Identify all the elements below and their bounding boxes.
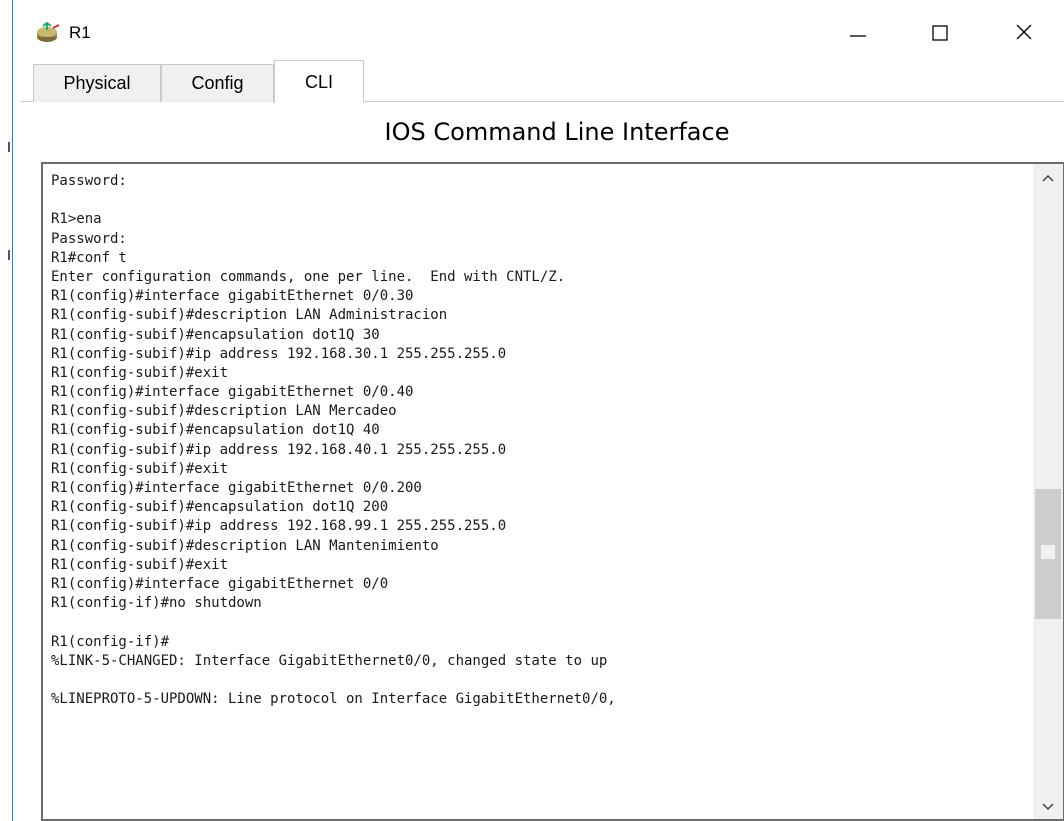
vertical-scrollbar[interactable] xyxy=(1033,164,1063,819)
close-icon xyxy=(1016,24,1032,40)
terminal-line: R1(config)#interface gigabitEthernet 0/0… xyxy=(51,288,414,305)
background-window-edge xyxy=(0,130,12,330)
terminal-line: R1(config-if)#no shutdown xyxy=(51,595,262,612)
minimize-button[interactable] xyxy=(835,12,881,52)
title-bar[interactable]: R1 xyxy=(13,0,1064,60)
terminal-output[interactable]: Password: R1>ena Password: R1#conf t Enter c… xyxy=(51,172,1011,709)
router-icon xyxy=(35,21,61,44)
terminal-line: R1(config)#interface gigabitEthernet 0/0 xyxy=(51,575,389,592)
terminal-line: %LINK-5-CHANGED: Interface GigabitEthern… xyxy=(51,652,608,669)
chevron-up-icon xyxy=(1042,174,1054,182)
maximize-icon xyxy=(932,25,948,41)
terminal-line: R1(config-subif)#ip address 192.168.99.1… xyxy=(51,518,507,535)
terminal-line: R1(config-subif)#exit xyxy=(51,460,229,477)
terminal-line: %LINEPROTO-5-UPDOWN: Line protocol on In… xyxy=(51,691,616,708)
terminal-line: R1(config-subif)#description LAN Manteni… xyxy=(51,537,439,554)
scroll-thumb-grip xyxy=(1041,544,1055,559)
terminal-line: R1(config-subif)#encapsulation dot1Q 40 xyxy=(51,422,380,439)
terminal-line: Password: xyxy=(51,230,127,247)
chevron-down-icon xyxy=(1042,803,1054,811)
terminal-line: R1(config-subif)#description LAN Adminis… xyxy=(51,307,448,324)
scroll-down-button[interactable] xyxy=(1033,793,1063,819)
terminal-line: R1(config-subif)#exit xyxy=(51,556,229,573)
terminal-line: R1(config-if)# xyxy=(51,633,170,650)
minimize-icon xyxy=(850,35,866,37)
cli-terminal[interactable]: Password: R1>ena Password: R1#conf t Enter c… xyxy=(41,162,1064,821)
scroll-thumb[interactable] xyxy=(1035,488,1061,619)
terminal-line: R1(config-subif)#encapsulation dot1Q 200 xyxy=(51,499,389,516)
terminal-line: R1(config-subif)#ip address 192.168.30.1… xyxy=(51,345,507,362)
tab-config[interactable]: Config xyxy=(161,64,274,102)
scroll-up-button[interactable] xyxy=(1033,164,1063,192)
maximize-button[interactable] xyxy=(917,12,963,52)
window-title: R1 xyxy=(69,23,91,42)
terminal-line: R1(config-subif)#exit xyxy=(51,364,229,381)
close-button[interactable] xyxy=(1001,12,1047,52)
tab-bar: Physical Config CLI xyxy=(21,60,1064,103)
router-window: R1 Physical Config CLI IOS Command Line … xyxy=(12,0,1064,821)
terminal-line: R1(config-subif)#description LAN Mercade… xyxy=(51,403,397,420)
panel-title: IOS Command Line Interface xyxy=(384,118,730,146)
tab-cli[interactable]: CLI xyxy=(274,60,364,103)
terminal-line: R1(config)#interface gigabitEthernet 0/0… xyxy=(51,480,422,496)
terminal-line: R1#conf t xyxy=(51,249,127,266)
terminal-line: R1(config-subif)#ip address 192.168.40.1… xyxy=(51,441,507,458)
terminal-line: Password: xyxy=(51,173,127,189)
terminal-line: R1(config-subif)#encapsulation dot1Q 30 xyxy=(51,326,380,343)
tab-physical[interactable]: Physical xyxy=(33,64,161,102)
panel-header: IOS Command Line Interface xyxy=(13,118,1064,146)
terminal-line: R1(config)#interface gigabitEthernet 0/0… xyxy=(51,384,414,401)
terminal-line: Enter configuration commands, one per li… xyxy=(51,268,566,285)
terminal-line: R1>ena xyxy=(51,211,102,228)
